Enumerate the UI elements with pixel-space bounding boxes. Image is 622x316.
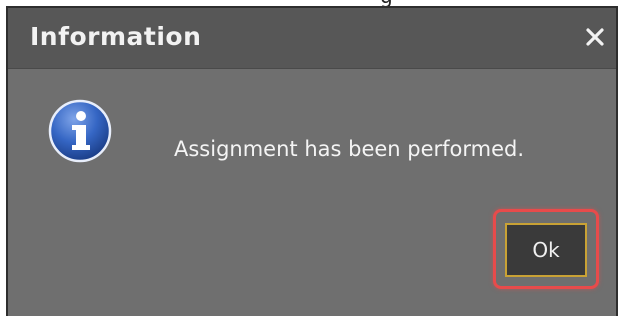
- ok-button[interactable]: Ok: [505, 223, 587, 277]
- information-dialog: Information Assignment has been performe…: [6, 6, 618, 316]
- close-button[interactable]: [584, 26, 606, 48]
- dialog-message: Assignment has been performed.: [174, 137, 525, 161]
- page: g Information: [0, 0, 622, 316]
- dialog-body: Assignment has been performed. Ok: [8, 69, 616, 316]
- dialog-titlebar: Information: [8, 8, 616, 69]
- dialog-title: Information: [30, 22, 202, 51]
- info-icon: [48, 99, 112, 163]
- close-icon: [586, 28, 604, 46]
